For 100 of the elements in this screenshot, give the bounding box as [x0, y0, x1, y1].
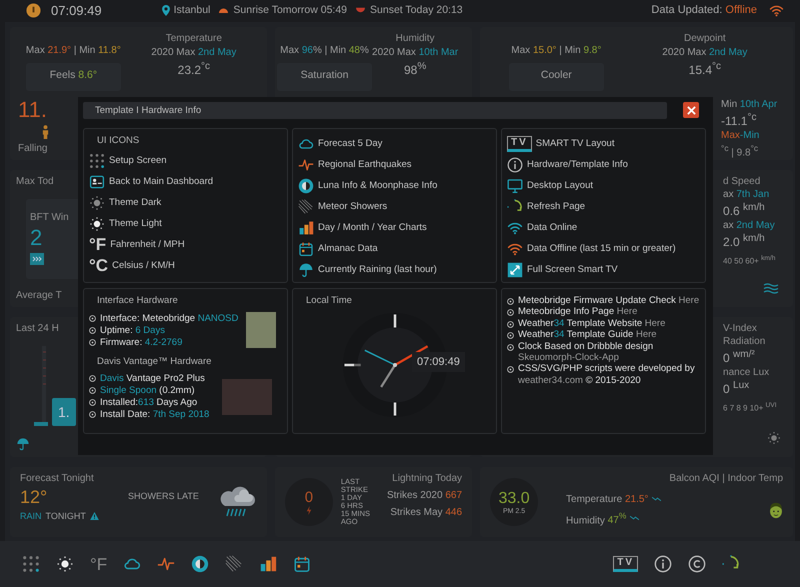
- card-title: Lightning Today: [392, 473, 462, 484]
- chevrons-icon: [30, 253, 44, 265]
- calendar-icon[interactable]: [293, 555, 312, 573]
- wave-icon: [763, 282, 780, 294]
- record-value: 15.4$^{°c}$: [688, 61, 721, 77]
- icon-description: Meteor Showers: [318, 201, 388, 212]
- link[interactable]: Here: [644, 318, 666, 329]
- reading-label: Cooler: [540, 69, 572, 83]
- reading-label: Radiation: [723, 336, 766, 347]
- reading-label: Saturation: [300, 69, 348, 83]
- umbrella-icon: [16, 437, 30, 451]
- dot-grid-icon[interactable]: [22, 555, 40, 573]
- panel-heading: Davis Vantage™ Hardware: [96, 356, 212, 367]
- info-icon[interactable]: [654, 555, 672, 573]
- sun-icon: [89, 194, 105, 210]
- wind-value: 2: [30, 227, 42, 249]
- max-min-text: Max 21.9° | Min 11.8°: [26, 45, 121, 56]
- sunset-text: Sunset Today 20:13: [370, 4, 463, 16]
- photo-placeholder: [246, 312, 276, 348]
- close-icon: [686, 106, 696, 114]
- card-title: Humidity: [396, 33, 435, 44]
- bullet-icon: [507, 320, 514, 328]
- max-min-text: Max 96% | Min 48%: [280, 45, 369, 56]
- max-min-text: Max 15.0° | Min 9.8°: [511, 45, 602, 56]
- card-title: V-Index: [723, 323, 757, 334]
- record-value: 0.6 $^{km/h}$: [723, 202, 765, 218]
- link[interactable]: Here: [616, 306, 638, 318]
- link[interactable]: Skeuomorph-Clock-App: [518, 352, 619, 363]
- icon-description: Celsius / KM/H: [112, 260, 175, 271]
- warning-icon: [90, 512, 99, 520]
- current-time: 07:09:49: [51, 2, 102, 18]
- card-title: Forecast Tonight: [20, 473, 95, 484]
- forecast-time: TONIGHT: [46, 511, 86, 521]
- rain-label: RAIN: [20, 511, 42, 521]
- moon-icon[interactable]: [191, 555, 210, 573]
- link[interactable]: weather34.com: [518, 374, 583, 386]
- trend-text: Falling: [18, 143, 48, 154]
- face-icon: [769, 502, 784, 519]
- bullet-icon: [507, 332, 514, 340]
- pulse-icon[interactable]: [157, 555, 176, 573]
- calendar-icon: [298, 240, 314, 256]
- meteor-icon[interactable]: [225, 555, 244, 573]
- icon-description: Theme Dark: [109, 197, 162, 208]
- bar-chart-icon[interactable]: [259, 555, 278, 573]
- bullet-icon: [89, 338, 96, 346]
- sun-icon[interactable]: [56, 555, 74, 573]
- info-line: Weather34 Template Guide Here: [518, 329, 657, 341]
- link[interactable]: Here: [636, 329, 657, 340]
- bullet-icon: [507, 344, 514, 351]
- monitor-icon: [507, 178, 523, 194]
- speed-scale: 40 50 60+ $^{km/h}$: [723, 255, 776, 266]
- expand-icon: [507, 262, 523, 278]
- umbrella-icon: [298, 262, 314, 278]
- icon-description: Currently Raining (last hour): [318, 264, 437, 275]
- icon-description: Hardware/Template Info: [527, 159, 628, 170]
- card-title: d Speed: [723, 176, 760, 187]
- unit-toggle-button[interactable]: °F: [90, 556, 108, 572]
- info-line: CSS/SVG/PHP scripts were developed by weather34.com © 2015-2020: [518, 363, 696, 386]
- temperature-value: 11.: [18, 99, 47, 121]
- person-icon: [42, 125, 49, 139]
- reading-value: 0 $^{wm/²}$: [723, 349, 755, 365]
- copyright-icon[interactable]: [688, 555, 706, 573]
- panel-heading: UI ICONS: [96, 135, 140, 146]
- id-card-icon: [89, 174, 105, 190]
- info-line: Weather34 Template Website Here: [518, 318, 666, 330]
- tv-button[interactable]: TV: [613, 556, 638, 572]
- card-title: Balcon AQI | Indoor Temp: [669, 473, 784, 484]
- photo-placeholder: [222, 378, 272, 414]
- hardware-line: Uptime: 6 Days: [100, 324, 165, 336]
- record-value: 2.0 $^{km/h}$: [723, 233, 765, 249]
- strike-stat: Strikes May 446: [390, 507, 462, 518]
- hardware-line: Installed:613 Days Ago: [100, 397, 198, 408]
- hardware-line: Interface: Meteobridge NANOSD: [100, 312, 238, 324]
- moon-icon: [298, 178, 314, 194]
- info-line: Meteobridge Info Page Here: [518, 306, 638, 318]
- sunset-icon: [355, 7, 366, 13]
- info-icon: [507, 156, 523, 172]
- icon-description: Almanac Data: [318, 243, 378, 254]
- icon-description: Refresh Page: [527, 201, 586, 212]
- panel-heading: Interface Hardware: [96, 295, 179, 306]
- trend-down-icon: [630, 515, 640, 522]
- bullet-icon: [89, 375, 96, 382]
- record-value: -11.1$^{°c}$: [721, 112, 756, 128]
- unit-symbol: °F: [89, 236, 106, 253]
- hardware-line: Single Spoon (0.2mm): [100, 385, 195, 396]
- record-text: Min 10th Apr: [721, 99, 778, 110]
- uv-scale: 6 7 8 9 10+ $^{UVI}$: [723, 402, 777, 413]
- card-title: Last 24 H: [16, 323, 59, 334]
- link[interactable]: Here: [678, 295, 700, 306]
- dialog-title: Template I Hardware Info: [83, 102, 667, 118]
- lightning-bolt-icon: [306, 506, 312, 515]
- sunrise-text: Sunrise Tomorrow 05:49: [233, 4, 348, 16]
- close-button[interactable]: [683, 102, 699, 118]
- icon-description: Full Screen Smart TV: [527, 264, 618, 275]
- rain-value: 1.: [52, 398, 76, 426]
- icon-description: Day / Month / Year Charts: [318, 222, 427, 233]
- bullet-icon: [507, 298, 514, 305]
- hardware-line: Davis Vantage Pro2 Plus: [100, 373, 205, 384]
- reading-value: 0 $^{Lux}$: [723, 380, 750, 396]
- icon-description: Data Online: [527, 222, 578, 233]
